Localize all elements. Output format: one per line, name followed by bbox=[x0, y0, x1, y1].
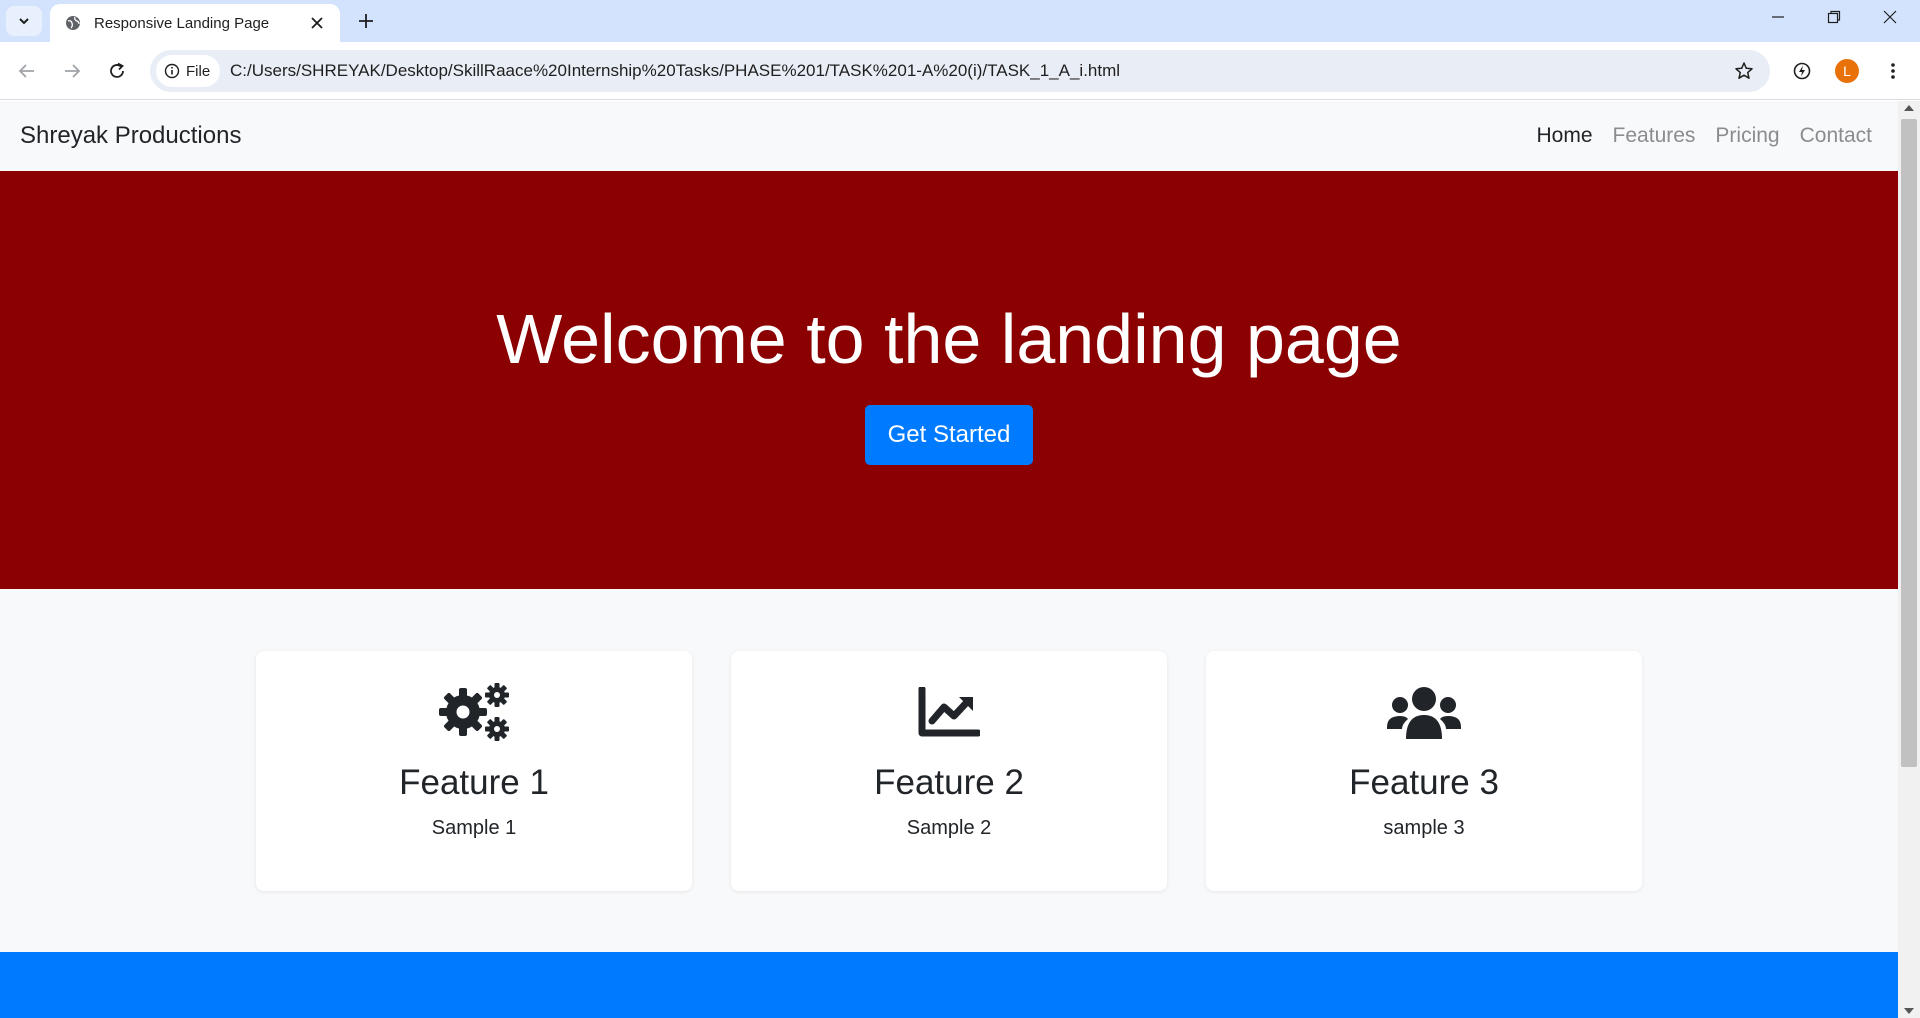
address-bar[interactable]: File C:/Users/SHREYAK/Desktop/SkillRaace… bbox=[150, 50, 1770, 92]
scrollbar-thumb[interactable] bbox=[1901, 119, 1917, 767]
close-window-button[interactable] bbox=[1862, 0, 1918, 34]
nav-link-pricing[interactable]: Pricing bbox=[1715, 124, 1779, 148]
nav-links: Home Features Pricing Contact bbox=[1537, 124, 1872, 148]
browser-tab[interactable]: Responsive Landing Page bbox=[50, 4, 340, 42]
tab-title: Responsive Landing Page bbox=[94, 14, 270, 32]
minimize-button[interactable] bbox=[1750, 0, 1806, 34]
arrow-left-icon bbox=[18, 64, 34, 78]
scroll-down-arrow-icon[interactable] bbox=[1904, 1008, 1914, 1014]
feature-card-2: Feature 2 Sample 2 bbox=[731, 651, 1167, 891]
info-icon bbox=[164, 63, 180, 79]
restore-icon bbox=[1827, 10, 1841, 24]
plus-icon bbox=[359, 14, 373, 28]
footer-section bbox=[0, 952, 1898, 1018]
hero-title: Welcome to the landing page bbox=[496, 300, 1402, 378]
reload-button[interactable] bbox=[100, 54, 134, 88]
site-brand[interactable]: Shreyak Productions bbox=[20, 122, 241, 150]
performance-icon bbox=[1793, 62, 1811, 80]
bookmark-star-icon[interactable] bbox=[1732, 59, 1756, 83]
globe-icon bbox=[64, 14, 82, 32]
users-icon bbox=[1206, 681, 1642, 743]
close-icon bbox=[1883, 10, 1897, 24]
browser-toolbar: File C:/Users/SHREYAK/Desktop/SkillRaace… bbox=[0, 42, 1920, 100]
feature-card-1: Feature 1 Sample 1 bbox=[256, 651, 692, 891]
chart-line-icon bbox=[731, 681, 1167, 743]
page-viewport: Shreyak Productions Home Features Pricin… bbox=[0, 101, 1898, 1018]
kebab-menu-icon bbox=[1891, 63, 1895, 79]
feature-card-3: Feature 3 sample 3 bbox=[1206, 651, 1642, 891]
chip-label: File bbox=[186, 62, 211, 80]
feature-text: sample 3 bbox=[1383, 817, 1465, 839]
feature-text: Sample 1 bbox=[431, 817, 517, 839]
chevron-down-icon bbox=[19, 18, 29, 25]
feature-title: Feature 1 bbox=[399, 763, 549, 802]
close-tab-icon[interactable] bbox=[306, 12, 328, 34]
nav-link-home[interactable]: Home bbox=[1537, 124, 1593, 148]
site-navbar: Shreyak Productions Home Features Pricin… bbox=[0, 101, 1898, 171]
page-scrollbar[interactable] bbox=[1898, 101, 1920, 1018]
site-info-chip[interactable]: File bbox=[156, 55, 221, 87]
arrow-right-icon bbox=[65, 64, 81, 78]
reload-icon bbox=[110, 62, 124, 78]
minimize-icon bbox=[1772, 16, 1784, 18]
browser-menu-button[interactable] bbox=[1876, 54, 1910, 88]
tab-search-button[interactable] bbox=[6, 6, 42, 36]
features-section: Feature 1 Sample 1 Feature 2 Sample 2 Fe… bbox=[0, 589, 1898, 952]
feature-text: Sample 2 bbox=[906, 817, 992, 839]
nav-link-features[interactable]: Features bbox=[1613, 124, 1696, 148]
back-button[interactable] bbox=[10, 54, 44, 88]
feature-title: Feature 2 bbox=[874, 763, 1024, 802]
extensions-button[interactable] bbox=[1785, 54, 1819, 88]
scroll-up-arrow-icon[interactable] bbox=[1904, 105, 1914, 111]
url-text[interactable]: C:/Users/SHREYAK/Desktop/SkillRaace%20In… bbox=[230, 61, 1120, 81]
hero-section: Welcome to the landing page Get Started bbox=[0, 171, 1898, 589]
browser-tab-bar: Responsive Landing Page bbox=[0, 0, 1920, 42]
nav-link-contact[interactable]: Contact bbox=[1800, 124, 1872, 148]
restore-button[interactable] bbox=[1806, 0, 1862, 34]
forward-button[interactable] bbox=[55, 54, 89, 88]
get-started-button[interactable]: Get Started bbox=[865, 405, 1033, 465]
feature-title: Feature 3 bbox=[1349, 763, 1499, 802]
profile-avatar[interactable]: L bbox=[1835, 59, 1859, 83]
gears-icon bbox=[256, 681, 692, 743]
new-tab-button[interactable] bbox=[352, 7, 380, 35]
